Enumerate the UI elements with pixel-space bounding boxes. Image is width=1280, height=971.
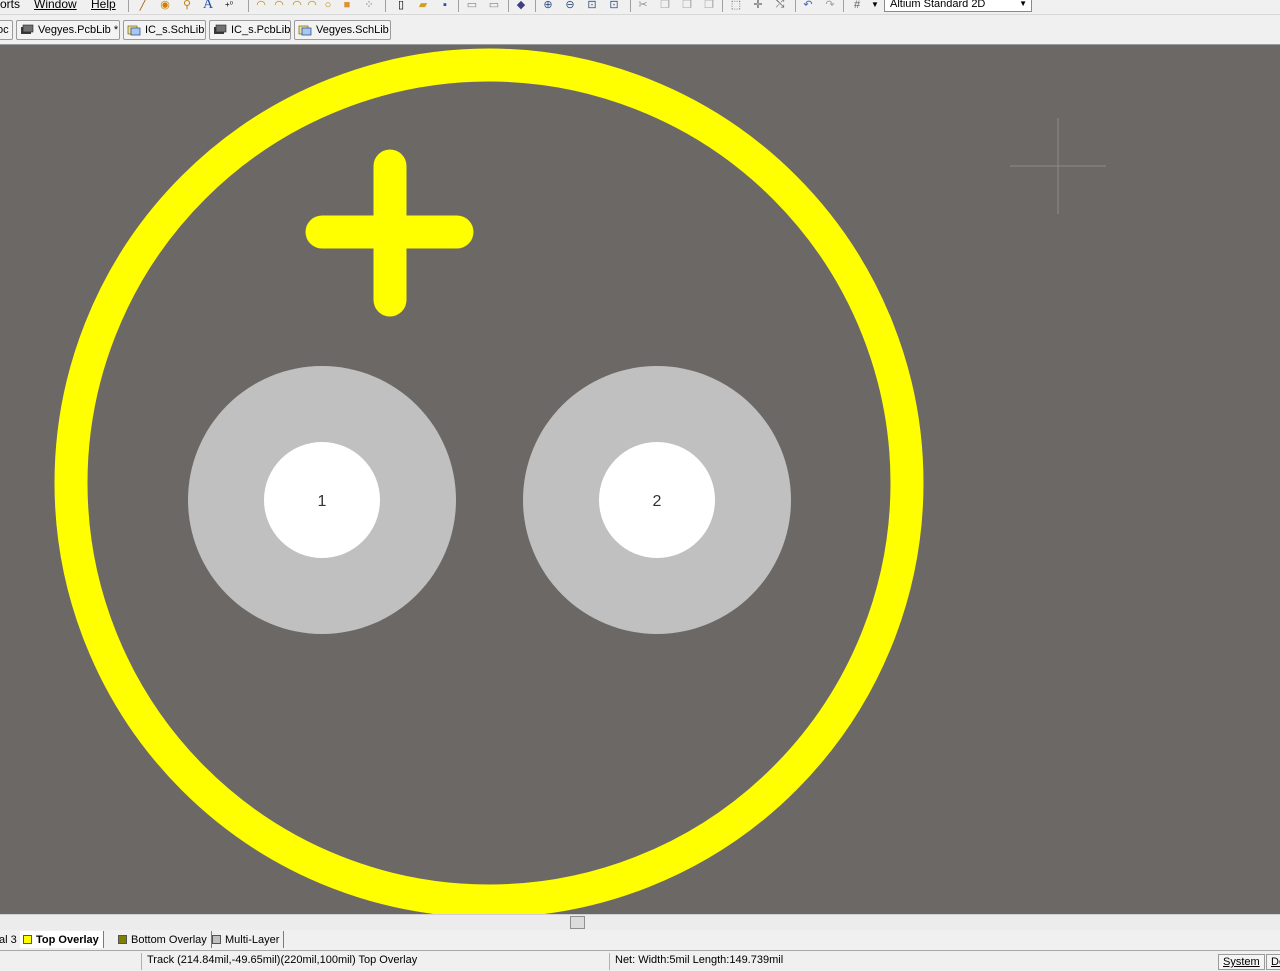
- doc-tab-label: IC_s.SchLib: [145, 24, 205, 36]
- status-net-info: Net: Width:5mil Length:149.739mil: [615, 954, 784, 966]
- arc-tool-icon[interactable]: ◠: [254, 0, 268, 11]
- pcb-library-icon: [213, 24, 227, 36]
- layer-tab-strip: al 3 Top Overlay Bottom Overlay Multi-La…: [0, 930, 1280, 951]
- arc-center-tool-icon[interactable]: ◠: [272, 0, 286, 11]
- copy-icon[interactable]: ❐: [658, 0, 672, 11]
- toolbar-separator: [128, 0, 129, 12]
- zoom-in-icon[interactable]: ⊕: [541, 0, 555, 11]
- menu-toolbar-bar: orts Window Help ╱ ◉ ⚲ A +⁰ ◠ ◠ ◠ ◠ ○ ■ …: [0, 0, 1280, 15]
- document-tab-strip: oc Vegyes.PcbLib * IC_s.SchLib IC_s.PcbL…: [0, 16, 1280, 45]
- cut-icon[interactable]: ✂: [636, 0, 650, 11]
- toolbar-separator: [248, 0, 249, 12]
- toolbar-separator: [795, 0, 796, 12]
- doc-tab-ic-s-pcblib[interactable]: IC_s.PcbLib: [209, 20, 291, 40]
- status-bar: Track (214.84mil,-49.65mil)(220mil,100mi…: [0, 951, 1280, 971]
- chevron-down-icon: ▼: [1019, 0, 1027, 8]
- string-tool-icon[interactable]: A: [201, 0, 215, 12]
- zoom-fit-icon[interactable]: ⊡: [585, 0, 599, 11]
- system-panel-button[interactable]: System: [1218, 954, 1265, 970]
- pcb-footprint-drawing: 1 2: [54, 48, 1106, 914]
- layer-tab-mechanical-3[interactable]: al 3: [0, 931, 22, 948]
- status-divider: [141, 953, 142, 970]
- origin-crosshair-icon: [1010, 118, 1106, 214]
- menu-reports[interactable]: orts: [0, 0, 20, 11]
- layer-tab-label: Top Overlay: [36, 933, 99, 946]
- print-icon[interactable]: ▭: [465, 0, 479, 11]
- toolbar-separator: [630, 0, 631, 12]
- design-compiler-panel-button[interactable]: De: [1266, 954, 1280, 970]
- redo-icon[interactable]: ↷: [823, 0, 837, 11]
- rubber-stamp-icon[interactable]: ❐: [702, 0, 716, 11]
- status-selection-info: Track (214.84mil,-49.65mil)(220mil,100mi…: [147, 954, 418, 966]
- doc-tab-partial[interactable]: oc: [0, 20, 13, 40]
- arc-edge-tool-icon[interactable]: ◠: [290, 0, 304, 11]
- open-folder-icon[interactable]: ▰: [416, 0, 430, 11]
- pad-1-designator: 1: [318, 493, 327, 510]
- pad-1[interactable]: 1: [188, 366, 456, 634]
- full-circle-tool-icon[interactable]: ○: [321, 0, 335, 11]
- layer-tab-label: Multi-Layer: [225, 933, 280, 946]
- view-configuration-value: Altium Standard 2D: [890, 0, 986, 10]
- fill-tool-icon[interactable]: ■: [340, 0, 354, 11]
- toolbar-separator: [535, 0, 536, 12]
- grid-dropdown-icon[interactable]: ▼: [868, 0, 882, 11]
- layer-tab-bottom-overlay[interactable]: Bottom Overlay: [115, 931, 212, 948]
- layer-tab-top-overlay[interactable]: Top Overlay: [20, 931, 104, 948]
- menu-help[interactable]: Help: [91, 0, 116, 11]
- pad-2[interactable]: 2: [523, 366, 791, 634]
- layer-color-swatch: [118, 935, 127, 944]
- new-document-icon[interactable]: ▯: [394, 0, 408, 11]
- toolbar-separator: [385, 0, 386, 12]
- layer-tab-multi-layer[interactable]: Multi-Layer: [209, 931, 285, 948]
- doc-tab-label: oc: [0, 24, 9, 36]
- undo-icon[interactable]: ↶: [801, 0, 815, 11]
- layer-color-swatch: [212, 935, 221, 944]
- deselect-icon[interactable]: ⤭: [773, 0, 787, 11]
- layer-tab-label: al 3: [0, 933, 17, 946]
- move-icon[interactable]: ✛: [751, 0, 765, 11]
- layers-icon[interactable]: ◆: [514, 0, 528, 11]
- line-tool-icon[interactable]: ╱: [136, 0, 150, 11]
- save-icon[interactable]: ▪: [438, 0, 452, 11]
- toolbar-separator: [508, 0, 509, 12]
- doc-tab-ic-s-schlib[interactable]: IC_s.SchLib: [123, 20, 206, 40]
- zoom-out-icon[interactable]: ⊖: [563, 0, 577, 11]
- horizontal-scrollbar[interactable]: [0, 914, 1280, 931]
- select-area-icon[interactable]: ⬚: [729, 0, 743, 11]
- doc-tab-label: IC_s.PcbLib: [231, 24, 291, 36]
- pcb-library-icon: [20, 24, 34, 36]
- doc-tab-label: Vegyes.PcbLib *: [38, 24, 119, 36]
- layer-color-swatch: [23, 935, 32, 944]
- schematic-library-icon: [298, 24, 312, 36]
- pad-tool-icon[interactable]: ◉: [158, 0, 172, 11]
- paste-icon[interactable]: ❐: [680, 0, 694, 11]
- menu-window[interactable]: Window: [34, 0, 77, 11]
- grid-icon[interactable]: #: [850, 0, 864, 11]
- print-preview-icon[interactable]: ▭: [487, 0, 501, 11]
- toolbar-separator: [722, 0, 723, 12]
- doc-tab-label: Vegyes.SchLib: [316, 24, 389, 36]
- doc-tab-vegyes-pcblib[interactable]: Vegyes.PcbLib *: [16, 20, 120, 40]
- zoom-selected-icon[interactable]: ⊡: [607, 0, 621, 11]
- view-configuration-dropdown[interactable]: Altium Standard 2D ▼: [884, 0, 1032, 12]
- coordinate-tool-icon[interactable]: +⁰: [222, 0, 236, 11]
- pcb-canvas[interactable]: 1 2: [0, 45, 1280, 914]
- doc-tab-vegyes-schlib[interactable]: Vegyes.SchLib: [294, 20, 391, 40]
- via-tool-icon[interactable]: ⚲: [180, 0, 194, 11]
- scrollbar-thumb[interactable]: [570, 916, 585, 929]
- toolbar-separator: [458, 0, 459, 12]
- toolbar-separator: [843, 0, 844, 12]
- layer-tab-label: Bottom Overlay: [131, 933, 207, 946]
- array-paste-icon[interactable]: ⁘: [362, 0, 376, 11]
- schematic-library-icon: [127, 24, 141, 36]
- arc-any-tool-icon[interactable]: ◠: [305, 0, 319, 11]
- status-divider: [609, 953, 610, 970]
- pad-2-designator: 2: [653, 493, 662, 510]
